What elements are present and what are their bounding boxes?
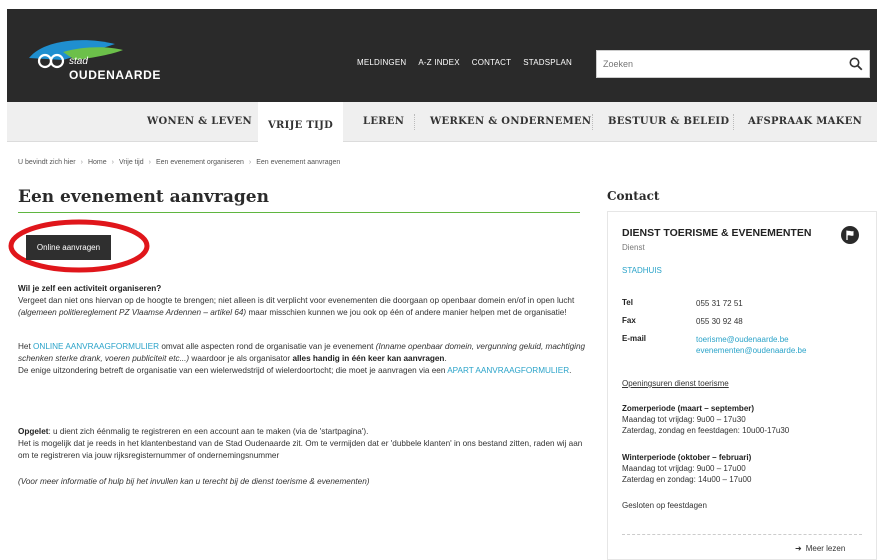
contact-location-link[interactable]: STADHUIS (622, 266, 662, 275)
breadcrumb-vrije-tijd[interactable]: Vrije tijd (119, 159, 144, 166)
fax-label: Fax (622, 316, 636, 325)
form-text-e: De enige uitzondering betreft de organis… (18, 366, 448, 375)
winter-hours: Winterperiode (oktober – februari) Maand… (622, 452, 751, 485)
breadcrumb-home[interactable]: Home (88, 159, 107, 166)
topnav-meldingen[interactable]: MELDINGEN (357, 58, 406, 67)
help-paragraph: (Voor meer informatie of hulp bij het in… (18, 477, 370, 486)
nav-separator (592, 114, 593, 130)
online-form-link[interactable]: ONLINE AANVRAAGFORMULIER (33, 342, 159, 351)
search-input[interactable] (597, 51, 837, 77)
topnav-contact[interactable]: CONTACT (472, 58, 511, 67)
topnav-stadsplan[interactable]: STADSPLAN (523, 58, 572, 67)
form-paragraph: Het ONLINE AANVRAAGFORMULIER omvat alle … (18, 341, 588, 377)
top-nav: MELDINGEN A-Z INDEX CONTACT STADSPLAN (357, 58, 572, 67)
form-text-d: . (444, 354, 447, 363)
nav-bestuur-beleid[interactable]: BESTUUR & BELEID (608, 102, 729, 142)
notice-text-b: Het is mogelijk dat je reeds in het klan… (18, 439, 583, 460)
summer-line-1: Maandag tot vrijdag: 9u00 – 17u30 (622, 415, 746, 424)
page: stad OUDENAARDE MELDINGEN A-Z INDEX CONT… (0, 0, 884, 560)
logo-small-text: stad (69, 56, 88, 67)
winter-line-2: Zaterdag en zondag: 14u00 – 17u00 (622, 475, 752, 484)
fax-value: 055 30 92 48 (696, 317, 743, 326)
email-row: E-mail toerisme@oudenaarde.be evenemente… (622, 334, 806, 356)
form-text-c: waardoor je als organisator (189, 354, 293, 363)
breadcrumb: U bevindt zich hier › Home › Vrije tijd … (18, 159, 340, 166)
read-more-link[interactable]: ➜ Meer lezen (795, 544, 845, 553)
separate-form-link[interactable]: APART AANVRAAGFORMULIER (447, 366, 569, 375)
notice-bold: Opgelet (18, 427, 49, 436)
sidebar-title: Contact (607, 189, 660, 203)
opening-hours-link[interactable]: Openingsuren dienst toerisme (622, 379, 729, 388)
tel-label: Tel (622, 298, 633, 307)
tel-value: 055 31 72 51 (696, 299, 743, 308)
dashed-divider (622, 534, 862, 535)
form-text-a: Het (18, 342, 34, 351)
email-values: toerisme@oudenaarde.be evenementen@ouden… (696, 334, 806, 356)
intro-text-a: Vergeet dan niet ons hiervan op de hoogt… (18, 296, 575, 305)
notice-paragraph: Opgelet: u dient zich éénmalig te regist… (18, 426, 588, 462)
email-evenementen-link[interactable]: evenementen@oudenaarde.be (696, 345, 806, 356)
intro-paragraph: Wil je zelf een activiteit organiseren? … (18, 283, 588, 319)
topnav-az-index[interactable]: A-Z INDEX (418, 58, 459, 67)
contact-role: Dienst (622, 243, 645, 252)
chevron-right-icon: › (111, 159, 114, 166)
winter-title: Winterperiode (oktober – februari) (622, 453, 752, 462)
read-more-label: Meer lezen (805, 544, 846, 553)
form-text-f: . (569, 366, 572, 375)
intro-heading: Wil je zelf een activiteit organiseren? (18, 284, 162, 293)
chevron-right-icon: › (248, 159, 252, 166)
nav-separator (414, 114, 415, 130)
intro-text-b: maar misschien kunnen we jou ook op één … (246, 308, 567, 317)
flag-icon[interactable] (841, 226, 859, 244)
site-logo[interactable]: stad OUDENAARDE (23, 34, 193, 86)
breadcrumb-evenement-organiseren[interactable]: Een evenement organiseren (156, 159, 244, 166)
closed-note: Gesloten op feestdagen (622, 501, 707, 510)
main-nav: WONEN & LEVEN VRIJE TIJD LEREN WERKEN & … (7, 102, 877, 143)
summer-hours: Zomerperiode (maart – september) Maandag… (622, 403, 789, 436)
summer-title: Zomerperiode (maart – september) (622, 404, 755, 413)
chevron-right-icon: › (148, 159, 151, 166)
chevron-right-icon: › (80, 159, 83, 166)
online-aanvragen-button[interactable]: Online aanvragen (26, 235, 111, 260)
contact-name: DIENST TOERISME & EVENEMENTEN (622, 227, 812, 239)
nav-werken-ondernemen[interactable]: WERKEN & ONDERNEMEN (430, 102, 591, 142)
email-toerisme-link[interactable]: toerisme@oudenaarde.be (696, 334, 806, 345)
nav-afspraak-maken[interactable]: AFSPRAAK MAKEN (748, 102, 862, 142)
stage: stad OUDENAARDE MELDINGEN A-Z INDEX CONT… (7, 0, 877, 560)
form-bold: alles handig in één keer kan aanvragen (292, 354, 445, 363)
tel-row: Tel 055 31 72 51 (622, 298, 743, 309)
summer-line-2: Zaterdag, zondag en feestdagen: 10u00-17… (622, 426, 790, 435)
nav-vrije-tijd[interactable]: VRIJE TIJD (258, 102, 344, 143)
contact-card: DIENST TOERISME & EVENEMENTEN Dienst STA… (607, 211, 877, 560)
arrow-right-icon: ➜ (795, 544, 802, 553)
nav-leren[interactable]: LEREN (363, 102, 404, 142)
logo-mark-icon: stad OUDENAARDE (29, 40, 161, 82)
email-label: E-mail (622, 334, 647, 343)
nav-wonen-leven[interactable]: WONEN & LEVEN (147, 102, 252, 142)
breadcrumb-current: Een evenement aanvragen (256, 159, 341, 166)
nav-separator (733, 114, 734, 130)
breadcrumb-prefix: U bevindt zich hier (18, 159, 76, 166)
winter-line-1: Maandag tot vrijdag: 9u00 – 17u00 (622, 464, 746, 473)
page-title: Een evenement aanvragen (18, 187, 269, 207)
header: stad OUDENAARDE MELDINGEN A-Z INDEX CONT… (7, 9, 877, 102)
intro-italic: (algemeen politiereglement PZ Vlaamse Ar… (18, 308, 247, 317)
search-box (596, 50, 870, 78)
search-icon[interactable] (849, 57, 863, 71)
fax-row: Fax 055 30 92 48 (622, 316, 743, 327)
title-underline (18, 212, 580, 213)
form-text-b: omvat alle aspecten rond de organisatie … (159, 342, 376, 351)
notice-text-a: : u dient zich éénmalig te registreren e… (48, 427, 369, 436)
logo-big-text: OUDENAARDE (69, 68, 161, 82)
